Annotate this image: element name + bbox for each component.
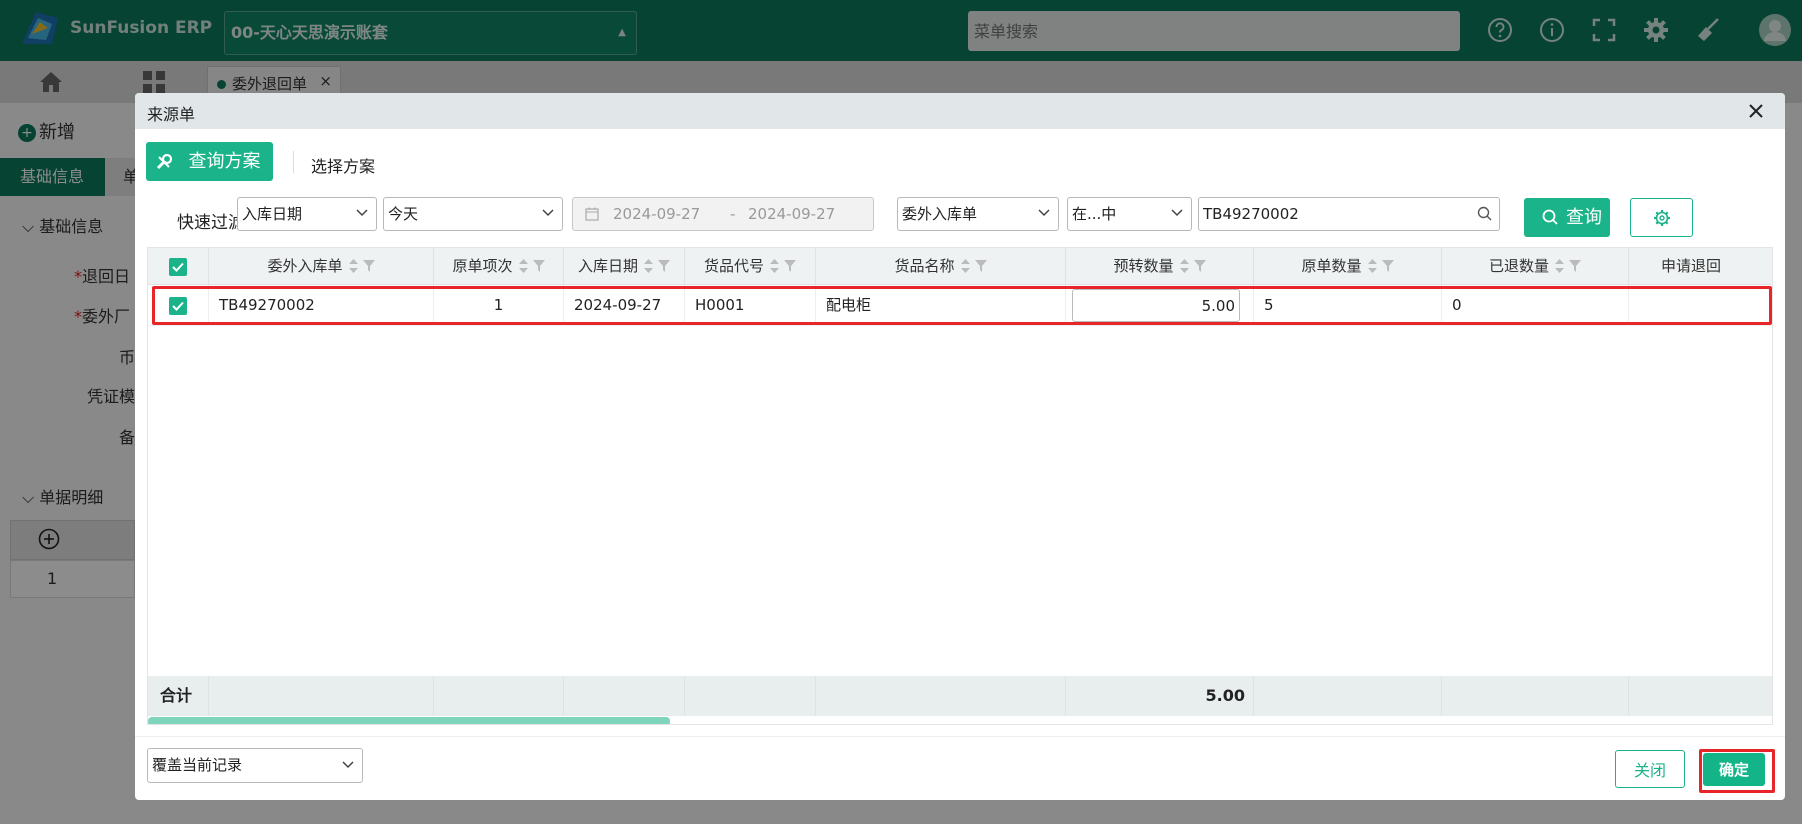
sort-icon <box>348 259 358 273</box>
filter-icon <box>784 260 796 272</box>
horizontal-scrollbar[interactable] <box>148 717 670 724</box>
calendar-icon <box>585 207 599 221</box>
footer-cell <box>1442 676 1629 716</box>
confirm-button[interactable]: 确定 <box>1703 753 1765 786</box>
gear-icon <box>1654 210 1670 226</box>
row-checkbox[interactable] <box>169 297 187 315</box>
date-separator: - <box>730 205 736 223</box>
apply-mode-select[interactable]: 覆盖当前记录 <box>147 748 363 783</box>
sort-icon <box>1367 259 1377 273</box>
footer-cell <box>209 676 434 716</box>
footer-cell <box>1254 676 1442 716</box>
filter-icon <box>1569 260 1581 272</box>
date-range-picker[interactable]: 2024-09-27 - 2024-09-27 <box>572 197 874 231</box>
col-returned-qty[interactable]: 已退数量 <box>1442 248 1629 285</box>
cell-orig-qty: 5 <box>1254 285 1442 326</box>
operator-select[interactable]: 在...中 <box>1067 197 1192 231</box>
filter-field-select[interactable]: 入库日期 <box>237 197 377 231</box>
footer-cell <box>434 676 564 716</box>
filter-icon <box>532 260 545 272</box>
wrench-icon <box>156 153 173 170</box>
filter-icon <box>362 260 375 272</box>
cell-item-code: H0001 <box>685 285 816 326</box>
filter-period-select[interactable]: 今天 <box>383 197 563 231</box>
close-button[interactable]: 关闭 <box>1615 750 1685 788</box>
dialog-title: 来源单 <box>147 105 196 124</box>
transfer-qty-input[interactable] <box>1072 289 1240 322</box>
filter-icon <box>974 260 987 272</box>
cell-in-date: 2024-09-27 <box>564 285 685 326</box>
grid-settings-button[interactable] <box>1630 198 1693 237</box>
col-item-name[interactable]: 货品名称 <box>816 248 1066 285</box>
chevron-down-icon <box>356 209 368 217</box>
sort-icon <box>518 259 528 273</box>
filter-icon <box>658 260 670 272</box>
cell-apply-return <box>1629 285 1772 326</box>
col-in-date[interactable]: 入库日期 <box>564 248 685 285</box>
filter-icon <box>1193 260 1206 272</box>
cell-doc-no: TB49270002 <box>209 285 434 326</box>
dialog-header: 来源单 <box>135 93 1785 129</box>
sort-icon <box>644 259 653 273</box>
cell-returned-qty: 0 <box>1442 285 1629 326</box>
date-from: 2024-09-27 <box>613 205 701 223</box>
chevron-down-icon <box>342 761 354 769</box>
cell-line-no: 1 <box>434 285 564 326</box>
footer-transfer-total: 5.00 <box>1066 676 1254 716</box>
chevron-down-icon <box>1171 209 1183 217</box>
select-all-checkbox[interactable] <box>169 258 187 276</box>
sort-icon <box>1179 259 1189 273</box>
grid-header: 委外入库单 原单项次 入库日期 货品代号 货品名称 预转数量 原单数量 已退数量… <box>148 248 1772 285</box>
search-icon <box>1542 209 1558 225</box>
chevron-down-icon <box>542 209 554 217</box>
chevron-down-icon <box>1038 209 1050 217</box>
doc-type-select[interactable]: 委外入库单 <box>897 197 1059 231</box>
col-orig-qty[interactable]: 原单数量 <box>1254 248 1442 285</box>
toolbar-divider <box>293 151 294 173</box>
col-apply-return[interactable]: 申请退回 <box>1629 248 1772 285</box>
sort-icon <box>770 259 779 273</box>
date-to: 2024-09-27 <box>748 205 836 223</box>
search-icon[interactable] <box>1477 206 1492 221</box>
cell-item-name: 配电柜 <box>816 285 1066 326</box>
footer-cell <box>564 676 685 716</box>
dialog-footer <box>135 736 1785 800</box>
close-icon[interactable] <box>1747 102 1765 120</box>
quick-filter-label: 快速过滤 <box>177 213 245 233</box>
choose-plan-link[interactable]: 选择方案 <box>311 153 375 177</box>
col-transfer-qty[interactable]: 预转数量 <box>1066 248 1254 285</box>
col-outsource-in-doc[interactable]: 委外入库单 <box>209 248 434 285</box>
source-document-dialog: 来源单 查询方案 选择方案 快速过滤 入库日期 今天 2024-09-27 - … <box>135 93 1785 800</box>
footer-total-label: 合计 <box>148 676 209 716</box>
table-row[interactable]: TB49270002 1 2024-09-27 H0001 配电柜 5 0 <box>148 285 1772 326</box>
footer-cell <box>816 676 1066 716</box>
footer-cell <box>685 676 816 716</box>
col-item-code[interactable]: 货品代号 <box>685 248 816 285</box>
row-select-cell <box>148 285 209 326</box>
keyword-input[interactable] <box>1198 197 1500 231</box>
query-button[interactable]: 查询 <box>1524 198 1610 237</box>
source-doc-grid: 委外入库单 原单项次 入库日期 货品代号 货品名称 预转数量 原单数量 已退数量… <box>147 247 1773 725</box>
select-all-cell <box>148 248 209 285</box>
col-orig-line[interactable]: 原单项次 <box>434 248 564 285</box>
filter-icon <box>1381 260 1394 272</box>
grid-footer: 合计 5.00 <box>148 676 1772 716</box>
sort-icon <box>1555 259 1564 273</box>
sort-icon <box>960 259 970 273</box>
